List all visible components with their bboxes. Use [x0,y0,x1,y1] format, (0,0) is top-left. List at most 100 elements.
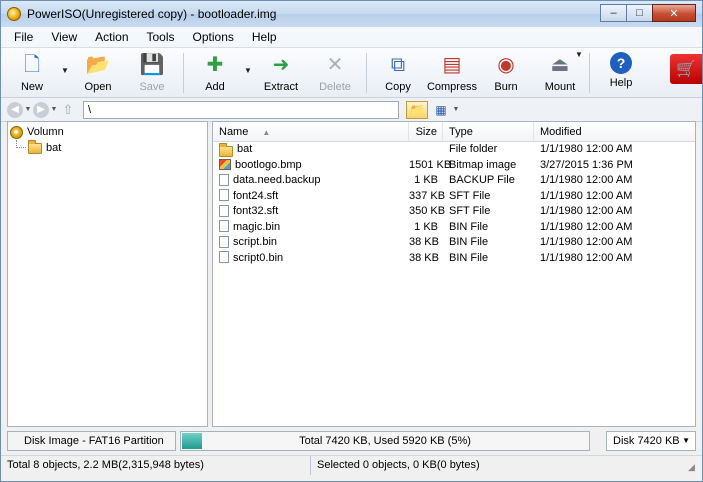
poweriso-logo-icon [7,7,21,21]
file-name: script0.bin [233,251,284,264]
forward-arrow-icon[interactable]: ▶ [33,101,49,118]
cell-size: 1 KB [414,174,438,186]
cell-name: font32.sft [213,204,409,220]
cell-modified: 1/1/1980 12:00 AM [540,205,633,217]
app-window: PowerISO(Unregistered copy) - bootloader… [0,0,703,482]
burn-disc-icon: ◉ [497,54,515,76]
toolbar: 🗋 New ▼ 📂 Open 💾 Save ✚ Add ▼ ➜ Extract … [1,48,702,98]
table-row[interactable]: script0.bin 38 KB BIN File 1/1/1980 12:00 A… [213,251,695,267]
open-label: Open [84,81,112,93]
back-dropdown-arrow[interactable]: ▼ [23,106,33,113]
add-dropdown-arrow[interactable]: ▼ [242,48,254,75]
tree-item-volumn[interactable]: Volumn [10,124,205,140]
copy-disc-icon: ⧉ [390,54,406,76]
toolbar-separator [589,53,590,93]
table-row[interactable]: script.bin 38 KB BIN File 1/1/1980 12:00 AM [213,235,695,251]
table-row[interactable]: data.need.backup 1 KB BACKUP File 1/1/1980 … [213,173,695,189]
mount-dropdown-arrow[interactable]: ▼ [573,48,585,59]
table-row[interactable]: bootlogo.bmp 1501 KB Bitmap image 3/27/2015… [213,158,695,174]
forward-dropdown-arrow[interactable]: ▼ [49,106,59,113]
back-arrow-icon[interactable]: ◀ [7,101,23,118]
close-button[interactable]: ✕ [652,4,696,22]
column-header-name[interactable]: Name ▲ [213,122,409,141]
table-row[interactable]: bat File folder 1/1/1980 12:00 AM [213,142,695,158]
extract-button[interactable]: ➜ Extract [254,48,308,96]
folder-view-icon[interactable]: 📁 [406,100,428,119]
cell-type: Bitmap image [449,158,517,171]
chevron-down-icon: ▼ [682,436,690,445]
cell-size: 350 KB [409,205,446,217]
file-icon [219,220,229,233]
extract-label: Extract [263,81,299,93]
disk-capacity-select[interactable]: Disk 7420 KB ▼ [606,431,696,451]
list-body: bat File folder 1/1/1980 12:00 AM bootlogo.… [213,142,695,266]
disc-icon [10,125,23,139]
path-input[interactable] [83,100,399,119]
cell-type: File folder [449,143,498,155]
folder-tree: Volumn bat [7,121,208,427]
cell-modified: 3/27/2015 1:36 PM [540,158,633,171]
view-mode-icon[interactable]: ▦ [431,101,451,119]
help-button[interactable]: ? Help [594,48,648,96]
tree-item-label: Volumn [27,126,64,138]
column-header-type[interactable]: Type [443,122,534,141]
new-label: New [20,81,43,93]
list-header: Name ▲ Size Type Modified [213,122,695,142]
toolbar-separator [183,53,184,93]
cell-modified: 1/1/1980 12:00 AM [540,236,633,248]
cell-modified: 1/1/1980 12:00 AM [540,143,633,155]
table-row[interactable]: font32.sft 350 KB SFT File 1/1/1980 12:00 A… [213,204,695,220]
table-row[interactable]: magic.bin 1 KB BIN File 1/1/1980 12:00 AM [213,220,695,236]
add-button[interactable]: ✚ Add [188,48,242,96]
cell-type: BIN File [449,251,489,264]
cell-name: script0.bin [213,251,409,267]
cell-size: 38 KB [409,236,439,248]
burn-label: Burn [494,81,518,93]
cell-name: bootlogo.bmp [213,158,409,174]
menu-options[interactable]: Options [184,27,243,48]
menu-action[interactable]: Action [86,27,137,48]
cell-name: bat [213,142,409,158]
new-dropdown-arrow[interactable]: ▼ [59,48,71,75]
bitmap-icon [219,158,231,170]
tree-item-bat[interactable]: bat [10,139,205,156]
up-folder-icon[interactable]: ⇧ [59,102,77,118]
disk-image-type: Disk Image - FAT16 Partition [7,431,176,451]
menu-view[interactable]: View [42,27,86,48]
file-name: bat [237,143,253,155]
file-icon [219,173,229,186]
minimize-button[interactable]: – [600,4,627,22]
menu-help[interactable]: Help [243,27,286,48]
view-mode-dropdown-arrow[interactable]: ▼ [451,106,461,113]
cell-type: BACKUP File [449,174,515,186]
new-button[interactable]: 🗋 New [5,48,59,96]
delete-label: Delete [319,81,351,93]
folder-icon [28,139,42,154]
save-label: Save [139,81,165,93]
address-bar: ◀ ▼ ▶ ▼ ⇧ 📁 ▦ ▼ [1,98,702,122]
open-button[interactable]: 📂 Open [71,48,125,96]
burn-button[interactable]: ◉ Burn [479,48,533,96]
new-document-icon: 🗋 [23,54,41,76]
menu-file[interactable]: File [5,27,42,48]
maximize-button[interactable]: □ [626,4,653,22]
column-header-modified[interactable]: Modified [534,122,694,141]
copy-button[interactable]: ⧉ Copy [371,48,425,96]
table-row[interactable]: font24.sft 337 KB SFT File 1/1/1980 12:00 A… [213,189,695,205]
cell-size: 337 KB [409,189,446,202]
delete-button[interactable]: ✕ Delete [308,48,362,96]
save-button[interactable]: 💾 Save [125,48,179,96]
status-bar: Total 8 objects, 2.2 MB(2,315,948 bytes)… [1,455,702,475]
column-header-size[interactable]: Size [409,122,443,141]
extract-arrow-icon: ➜ [272,54,290,76]
cell-type: BIN File [449,220,489,233]
mount-drive-icon: ⏏ [550,54,570,76]
menu-tools[interactable]: Tools [138,27,184,48]
resize-grip-icon[interactable]: ◢ [688,462,700,474]
shopping-cart-icon[interactable]: 🛒 [670,54,702,84]
compress-button[interactable]: ▤ Compress [425,48,479,96]
cell-modified: 1/1/1980 12:00 AM [540,251,633,264]
file-name: script.bin [233,236,278,248]
cell-size: 1501 KB [409,158,452,171]
title-bar[interactable]: PowerISO(Unregistered copy) - bootloader… [1,1,702,27]
